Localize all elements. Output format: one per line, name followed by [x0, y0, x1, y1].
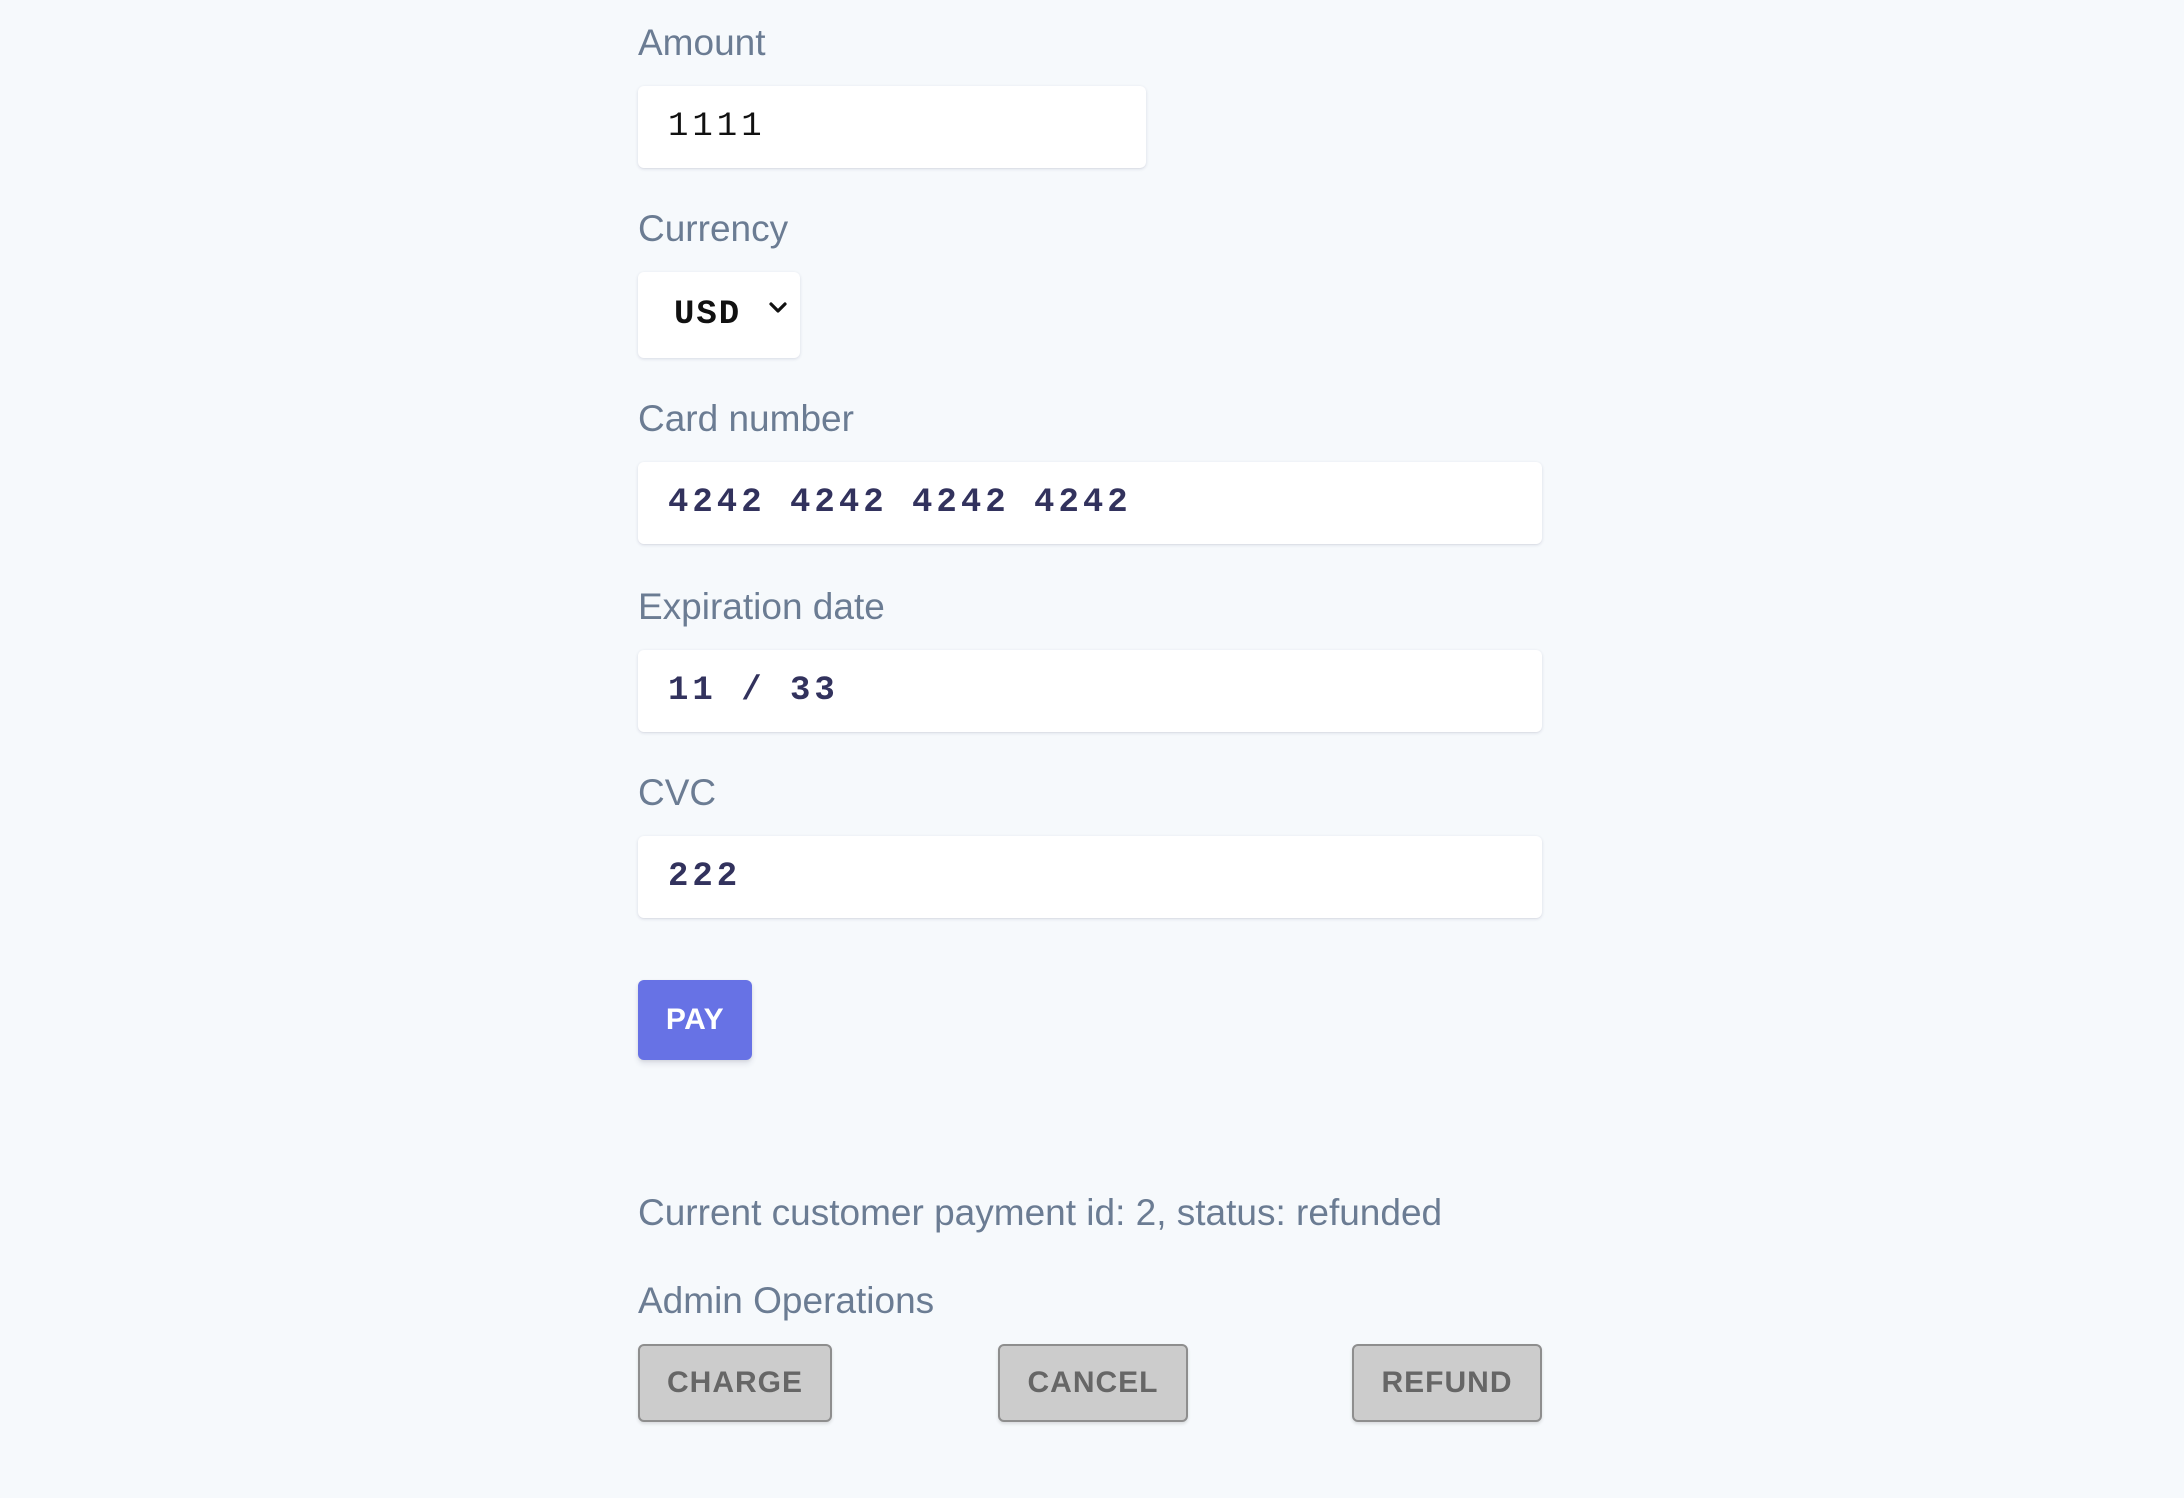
currency-select[interactable]: USD: [638, 272, 800, 358]
currency-selected-value: USD: [674, 296, 742, 334]
charge-button[interactable]: CHARGE: [638, 1344, 832, 1422]
refund-button[interactable]: REFUND: [1352, 1344, 1542, 1422]
cvc-label: CVC: [638, 772, 717, 813]
payment-status-text: Current customer payment id: 2, status: …: [638, 1192, 1443, 1233]
currency-label: Currency: [638, 208, 789, 249]
expiration-label: Expiration date: [638, 586, 885, 627]
cvc-input[interactable]: 222: [638, 836, 1542, 918]
admin-operations-title: Admin Operations: [638, 1280, 935, 1321]
chevron-down-icon: [769, 302, 787, 313]
amount-label: Amount: [638, 22, 766, 63]
card-number-input[interactable]: 4242 4242 4242 4242: [638, 462, 1542, 544]
card-number-value: 4242 4242 4242 4242: [668, 484, 1132, 522]
amount-value: 1111: [668, 108, 766, 146]
pay-button[interactable]: PAY: [638, 980, 752, 1060]
expiration-value: 11 / 33: [668, 672, 839, 710]
card-number-label: Card number: [638, 398, 854, 439]
amount-input[interactable]: 1111: [638, 86, 1146, 168]
cancel-button[interactable]: CANCEL: [998, 1344, 1188, 1422]
cvc-value: 222: [668, 858, 742, 896]
expiration-input[interactable]: 11 / 33: [638, 650, 1542, 732]
